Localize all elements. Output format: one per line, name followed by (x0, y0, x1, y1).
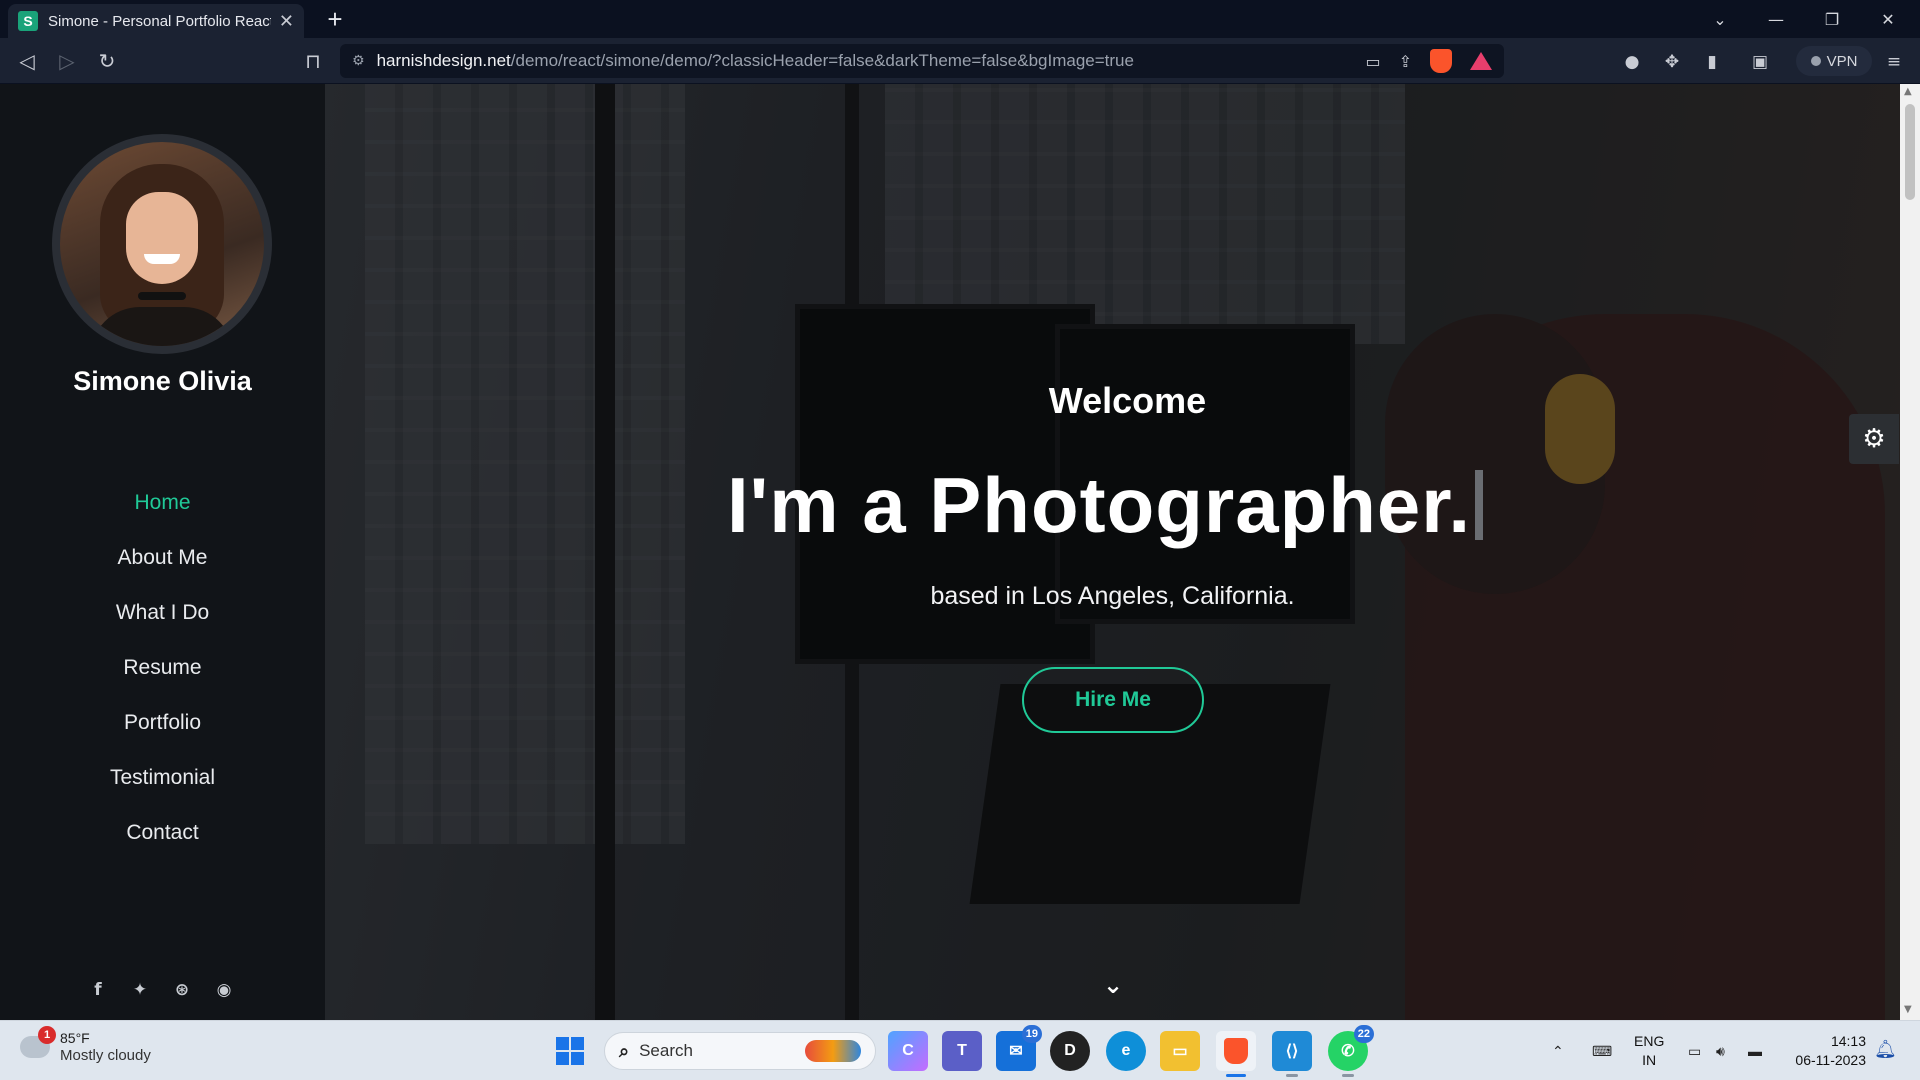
browser-tab-active[interactable]: S Simone - Personal Portfolio React ✕ (8, 4, 304, 38)
copilot-icon[interactable]: C (888, 1031, 928, 1071)
keyboard-icon[interactable]: ⌨ (1592, 1021, 1612, 1080)
sidebar-toggle-icon[interactable]: ▮ (1700, 50, 1724, 74)
tab-title: Simone - Personal Portfolio React (48, 12, 271, 30)
whatsapp-icon[interactable]: ✆ 22 (1328, 1025, 1374, 1077)
sidebar-nav: Home About Me What I Do Resume Portfolio… (0, 486, 325, 871)
edge-icon[interactable]: e (1106, 1031, 1146, 1071)
clock-time: 14:13 (1830, 1033, 1866, 1049)
search-icon: ⌕ (619, 1040, 630, 1062)
extensions-puzzle-icon[interactable]: ✥ (1660, 50, 1684, 74)
facebook-icon[interactable]: f (88, 980, 108, 1000)
weather-desc: Mostly cloudy (60, 1047, 151, 1064)
share-icon[interactable]: ⇪ (1399, 52, 1412, 71)
address-bar[interactable]: ⚙ harnishdesign.net /demo/react/simone/d… (340, 44, 1504, 78)
clock-date: 06-11-2023 (1795, 1052, 1866, 1068)
browser-tab-bar: S Simone - Personal Portfolio React ✕ + … (0, 0, 1920, 38)
nav-home[interactable]: Home (0, 486, 325, 541)
weather-badge: 1 (38, 1025, 56, 1044)
volume-icon[interactable]: 🔊︎ (1716, 1021, 1725, 1080)
search-highlight-icon (805, 1040, 861, 1062)
page-viewport: Simone Olivia Home About Me What I Do Re… (0, 84, 1920, 1020)
browser-toolbar: ◁ ▷ ↻ ⊓ ⚙ harnishdesign.net /demo/react/… (0, 38, 1920, 84)
teams-icon[interactable]: T (942, 1031, 982, 1071)
tray-overflow-icon[interactable]: ⌃ (1552, 1021, 1564, 1080)
brave-shields-icon[interactable] (1430, 49, 1452, 73)
profile-name: Simone Olivia (73, 366, 252, 396)
hero-headline: I'm a Photographer. (325, 460, 1885, 551)
profile-avatar (52, 134, 272, 354)
vpn-status-icon (1810, 56, 1821, 66)
brave-rewards-icon[interactable] (1470, 52, 1492, 70)
dell-icon[interactable]: D (1050, 1031, 1090, 1071)
mail-badge: 19 (1021, 1025, 1042, 1043)
new-tab-button[interactable]: + (320, 4, 350, 34)
dribbble-icon[interactable]: ⊛ (172, 980, 192, 1000)
cast-icon[interactable]: ▭ (1365, 52, 1380, 71)
close-tab-icon[interactable]: ✕ (279, 11, 294, 32)
social-links: f ✦ ⊛ ◉ (88, 980, 234, 1000)
notification-bell-icon[interactable]: 🔔︎ (1874, 1039, 1897, 1060)
url-host: harnishdesign.net (376, 51, 511, 70)
cloud-icon: 1 (20, 1025, 56, 1058)
reload-button[interactable]: ↻ (92, 46, 122, 76)
whatsapp-badge: 22 (1353, 1025, 1374, 1043)
scroll-down-chevron-icon[interactable]: ⌄ (1100, 971, 1126, 999)
system-clock[interactable]: 14:13 06-11-2023 (1786, 1032, 1866, 1070)
windows-start-icon[interactable] (556, 1037, 584, 1065)
hero-subline: based in Los Angeles, California. (930, 582, 1295, 610)
vscode-icon[interactable]: ⟨⟩ (1272, 1031, 1312, 1077)
typing-cursor (1475, 470, 1483, 540)
github-icon[interactable]: ◉ (214, 980, 234, 1000)
file-explorer-icon[interactable]: ▭ (1160, 1031, 1200, 1071)
minimize-button[interactable]: — (1748, 0, 1804, 38)
scrollbar-thumb[interactable] (1905, 104, 1915, 200)
search-label: Search (639, 1041, 693, 1060)
sidebar: Simone Olivia Home About Me What I Do Re… (0, 84, 325, 1020)
extension-icon[interactable]: ● (1620, 50, 1644, 74)
wallet-icon[interactable]: ▣ (1748, 50, 1772, 74)
nav-what-i-do[interactable]: What I Do (0, 596, 325, 651)
page-scrollbar[interactable]: ▲ ▼ (1900, 84, 1920, 1020)
nav-about-me[interactable]: About Me (0, 541, 325, 596)
language-indicator[interactable]: ENG IN (1634, 1032, 1664, 1070)
vpn-button[interactable]: VPN (1796, 46, 1872, 76)
settings-gear-icon[interactable]: ⚙ (1849, 414, 1899, 464)
hero-section: Welcome I'm a Photographer. based in Los… (325, 84, 1900, 1020)
nav-resume[interactable]: Resume (0, 651, 325, 706)
windows-taskbar: 1 85°F Mostly cloudy ⌕ Search C T ✉ 19 D … (0, 1020, 1920, 1080)
restore-button[interactable]: ❐ (1804, 0, 1860, 38)
menu-icon[interactable]: ≡ (1882, 50, 1906, 74)
tab-list-chevron-icon[interactable]: ⌄ (1692, 0, 1748, 38)
vpn-label: VPN (1826, 52, 1858, 70)
battery-icon[interactable]: ▬ (1748, 1021, 1762, 1080)
close-window-button[interactable]: ✕ (1860, 0, 1916, 38)
weather-temp: 85°F (60, 1030, 90, 1046)
hero-welcome: Welcome (1048, 380, 1207, 421)
site-favicon-icon: S (18, 11, 38, 31)
nav-contact[interactable]: Contact (0, 816, 325, 871)
brave-browser-icon[interactable] (1216, 1031, 1256, 1077)
forward-button[interactable]: ▷ (52, 46, 82, 76)
site-info-icon[interactable]: ⚙ (352, 53, 365, 69)
twitter-icon[interactable]: ✦ (130, 980, 150, 1000)
mail-icon[interactable]: ✉ 19 (996, 1025, 1042, 1071)
network-icon[interactable]: ▭ (1688, 1021, 1701, 1080)
url-path: /demo/react/simone/demo/?classicHeader=f… (510, 51, 1134, 70)
hire-me-button[interactable]: Hire Me (1022, 667, 1204, 733)
nav-testimonial[interactable]: Testimonial (0, 761, 325, 816)
weather-widget[interactable]: 1 85°F Mostly cloudy (20, 1025, 151, 1064)
back-button[interactable]: ◁ (12, 46, 42, 76)
nav-portfolio[interactable]: Portfolio (0, 706, 325, 761)
taskbar-search[interactable]: ⌕ Search (604, 1032, 876, 1070)
bookmark-icon[interactable]: ⊓ (298, 46, 328, 76)
